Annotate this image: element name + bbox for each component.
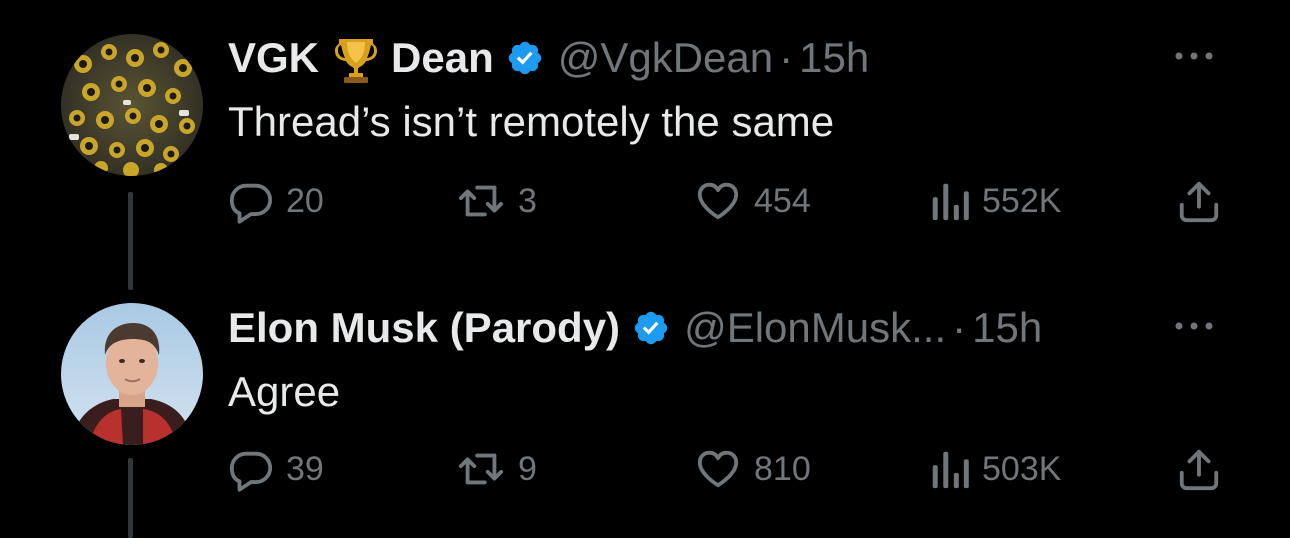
verified-badge-icon: [506, 39, 544, 77]
like-count: 810: [754, 449, 811, 488]
reply-button[interactable]: 20: [228, 173, 324, 229]
avatar[interactable]: [61, 34, 203, 176]
tweet-header: VGK Dean @VgkDean · 15h: [228, 30, 869, 86]
reply-icon: [228, 446, 274, 492]
tweet-text: Agree: [228, 368, 341, 415]
display-name[interactable]: VGK: [228, 30, 319, 86]
tweet-header: Elon Musk (Parody) @ElonMusk... · 15h: [228, 300, 1042, 356]
timestamp[interactable]: 15h: [799, 30, 869, 86]
views-icon: [930, 446, 970, 492]
share-button[interactable]: [1176, 173, 1222, 229]
heart-icon: [694, 446, 742, 492]
reply-count: 39: [286, 449, 324, 488]
share-icon: [1176, 446, 1222, 492]
retweet-icon: [456, 446, 506, 492]
separator-dot: ·: [779, 34, 794, 81]
handle[interactable]: @ElonMusk...: [684, 300, 946, 356]
more-icon[interactable]: [1172, 34, 1216, 78]
like-button[interactable]: 810: [694, 441, 811, 497]
display-name-suffix[interactable]: Dean: [391, 30, 494, 86]
action-bar: 20 3 454 552K: [228, 173, 1228, 229]
display-name[interactable]: Elon Musk (Parody): [228, 300, 620, 356]
view-count: 552K: [982, 181, 1062, 220]
retweet-icon: [456, 178, 506, 224]
retweet-button[interactable]: 3: [456, 173, 537, 229]
reply-button[interactable]: 39: [228, 441, 324, 497]
verified-badge-icon: [632, 309, 670, 347]
reply-icon: [228, 178, 274, 224]
avatar[interactable]: [61, 303, 203, 445]
view-count: 503K: [982, 449, 1062, 488]
handle[interactable]: @VgkDean: [558, 30, 773, 86]
retweet-button[interactable]: 9: [456, 441, 537, 497]
tweet[interactable]: Elon Musk (Parody) @ElonMusk... · 15h Ag…: [0, 270, 1290, 538]
timestamp[interactable]: 15h: [972, 300, 1042, 356]
views-button[interactable]: 503K: [930, 441, 1061, 497]
thread-line: [128, 458, 133, 538]
share-icon: [1176, 178, 1222, 224]
like-button[interactable]: 454: [694, 173, 811, 229]
action-bar: 39 9 810 503K: [228, 441, 1228, 497]
views-icon: [930, 178, 970, 224]
retweet-count: 9: [518, 449, 537, 488]
reply-count: 20: [286, 181, 324, 220]
heart-icon: [694, 178, 742, 224]
trophy-icon: [333, 33, 379, 83]
tweet-text: Thread’s isn’t remotely the same: [228, 98, 835, 145]
separator-dot: ·: [952, 304, 967, 351]
more-icon[interactable]: [1172, 304, 1216, 348]
views-button[interactable]: 552K: [930, 173, 1061, 229]
like-count: 454: [754, 181, 811, 220]
share-button[interactable]: [1176, 441, 1222, 497]
retweet-count: 3: [518, 181, 537, 220]
tweet[interactable]: VGK Dean @VgkDean · 15h Thread’s isn’t r…: [0, 0, 1290, 290]
